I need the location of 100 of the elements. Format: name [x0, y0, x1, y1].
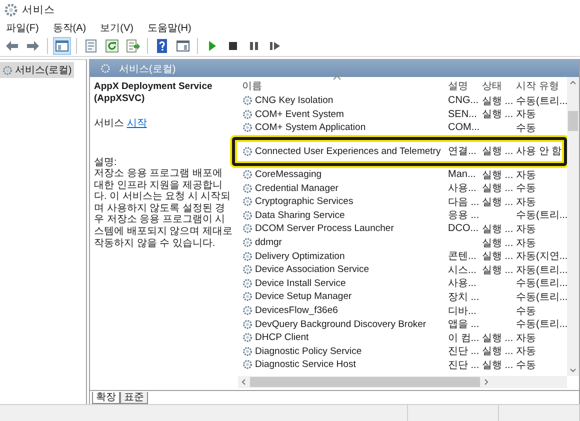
- horizontal-scrollbar[interactable]: [238, 376, 567, 388]
- table-row[interactable]: Diagnostic Service Host 진단 ... 실행 ... 수동: [238, 358, 567, 372]
- export-list-icon[interactable]: [125, 38, 141, 54]
- column-header[interactable]: 설명: [444, 78, 478, 92]
- refresh-icon[interactable]: [104, 38, 120, 54]
- gear-icon: [242, 250, 253, 262]
- service-name-cell: Credential Manager: [255, 182, 338, 194]
- scroll-down-icon[interactable]: [569, 366, 577, 374]
- service-name-cell: Diagnostic Policy Service: [255, 346, 362, 357]
- service-name: AppX Deployment Service (AppXSVC): [94, 81, 214, 105]
- description-cell-text: 진단 ...: [448, 345, 480, 358]
- table-row[interactable]: Device Association Service 시스... 실행 ... 자동(트리...: [238, 262, 567, 277]
- gear-icon: [242, 182, 253, 194]
- table-row[interactable]: Data Sharing Service 응용 ... 수동(트리...: [238, 208, 567, 222]
- table-row[interactable]: CNG Key Isolation CNG... 실행 ... 수동(트리...: [238, 94, 567, 108]
- service-name-cell: Device Association Service: [255, 264, 370, 276]
- table-row[interactable]: DHCP Client 이 컴... 실행 ... 자동: [238, 330, 567, 344]
- console-tree-button[interactable]: [53, 37, 71, 55]
- view-tab[interactable]: 확장: [92, 392, 120, 404]
- description-cell-text: 이 컴...: [448, 332, 480, 345]
- status-cell-text: 실행 ...: [482, 358, 514, 372]
- highlighted-row[interactable]: Connected User Experiences and Telemetry 연결... 실행 ... 사용 안 함: [232, 136, 567, 166]
- table-row[interactable]: Credential Manager 사용... 실행 ... 수동: [238, 181, 567, 195]
- description-cell: DCO...: [448, 223, 479, 234]
- scroll-thumb[interactable]: [568, 111, 578, 131]
- gear-icon: [242, 291, 253, 302]
- scroll-thumb[interactable]: [250, 377, 480, 387]
- service-name-cell: Delivery Optimization: [255, 250, 345, 262]
- service-name-cell: Cryptographic Services: [255, 196, 354, 208]
- view-tab[interactable]: 표준: [120, 392, 148, 404]
- table-row[interactable]: Diagnostic Policy Service 진단 ... 실행 ... 자동: [238, 344, 567, 358]
- description-cell-text: 다음 ...: [448, 196, 480, 209]
- description-cell-text: 연결...: [448, 145, 476, 158]
- table-row[interactable]: COM+ Event System SEN... 실행 ... 자동: [238, 108, 567, 122]
- table-row[interactable]: DCOM Server Process Launcher DCO... 실행 ... 자동: [238, 222, 567, 236]
- menu-item[interactable]: 파일(F): [6, 21, 39, 35]
- startup-type-cell-text: 자동: [516, 345, 536, 358]
- gear-icon: [242, 359, 253, 370]
- pane-title: 서비스(로컬): [119, 62, 176, 76]
- startup-type-cell-text: 수동(트리...: [516, 290, 568, 304]
- properties-sheet-icon[interactable]: [83, 38, 99, 54]
- table-row[interactable]: ddmgr 실행 ... 자동: [238, 236, 567, 250]
- service-name-cell: DCOM Server Process Launcher: [255, 223, 394, 234]
- gear-icon: [242, 169, 253, 180]
- window-pane-icon[interactable]: [175, 38, 191, 54]
- startup-type-cell-text: 수동(트리...: [516, 209, 568, 222]
- table-row[interactable]: Device Setup Manager 장치 ... 수동(트리...: [238, 290, 567, 304]
- description-cell-text: 장치 ...: [448, 290, 480, 304]
- description-cell: CNG...: [448, 95, 479, 106]
- service-name-cell: Data Sharing Service: [255, 210, 345, 221]
- startup-type-cell-text: 자동: [516, 222, 536, 236]
- gear-icon: [4, 3, 18, 17]
- service-name-cell: COM+ Event System: [255, 108, 344, 120]
- description-cell-text: 콘텐...: [448, 250, 476, 264]
- status-cell-text: 실행 ...: [482, 250, 514, 264]
- status-cell-text: 실행 ...: [482, 345, 514, 358]
- status-cell-text: 실행 ...: [482, 196, 514, 209]
- startup-type-cell-text: 사용 안 함: [516, 145, 562, 158]
- service-name-cell: Connected User Experiences and Telemetry: [255, 146, 441, 157]
- gear-icon: [242, 332, 253, 344]
- description-cell: SEN...: [448, 108, 477, 120]
- startup-type-cell-text: 수동: [516, 304, 536, 318]
- table-row[interactable]: DevicesFlow_f36e6 디바... 수동: [238, 304, 567, 318]
- table-row[interactable]: COM+ System Application COM... 수동: [238, 121, 567, 135]
- column-header[interactable]: 상태: [478, 78, 512, 92]
- forward-arrow-icon[interactable]: [25, 38, 41, 54]
- column-header[interactable]: 이름: [238, 78, 444, 92]
- status-cell-text: 실행 ...: [482, 168, 514, 182]
- status-cell-text: 실행 ...: [482, 182, 514, 196]
- column-header[interactable]: 시작 유형: [512, 78, 567, 92]
- gear-icon: [242, 196, 253, 208]
- gear-icon: [242, 237, 253, 248]
- scroll-left-icon[interactable]: [240, 378, 248, 386]
- startup-type-cell-text: 자동: [516, 108, 536, 122]
- scroll-right-icon[interactable]: [482, 378, 490, 386]
- table-row[interactable]: CoreMessaging Man... 실행 ... 자동: [238, 168, 567, 182]
- gear-icon: [242, 108, 253, 120]
- table-row[interactable]: Cryptographic Services 다음 ... 실행 ... 자동: [238, 194, 567, 209]
- help-icon[interactable]: [154, 38, 170, 54]
- gear-icon: [100, 63, 111, 74]
- startup-type-cell-text: 수동: [516, 122, 536, 135]
- table-row[interactable]: Device Install Service 사용... 수동(트리...: [238, 276, 567, 290]
- vertical-scrollbar[interactable]: [567, 77, 579, 376]
- gear-icon: [242, 122, 253, 134]
- scroll-up-icon[interactable]: [569, 79, 577, 87]
- menu-item[interactable]: 보기(V): [100, 21, 134, 35]
- description-label: 설명:: [94, 157, 118, 168]
- tree-item[interactable]: 서비스(로컬): [0, 62, 74, 78]
- gear-icon: [242, 210, 253, 221]
- status-cell-text: 실행 ...: [482, 264, 514, 277]
- description-cell-text: 진단 ...: [448, 358, 480, 372]
- status-cell-text: 실행 ...: [482, 222, 514, 236]
- startup-type-cell-text: 수동: [516, 182, 536, 196]
- start-link[interactable]: 시작: [126, 118, 147, 129]
- menu-item[interactable]: 동작(A): [52, 21, 86, 35]
- gear-icon: [242, 346, 253, 357]
- startup-type-cell-text: 수동(트리...: [516, 94, 568, 108]
- table-row[interactable]: Delivery Optimization 콘텐... 실행 ... 자동(지연...: [238, 249, 567, 263]
- menu-item[interactable]: 도움말(H): [147, 21, 192, 35]
- table-row[interactable]: DevQuery Background Discovery Broker 앱을 ... 수동(트리...: [238, 317, 567, 331]
